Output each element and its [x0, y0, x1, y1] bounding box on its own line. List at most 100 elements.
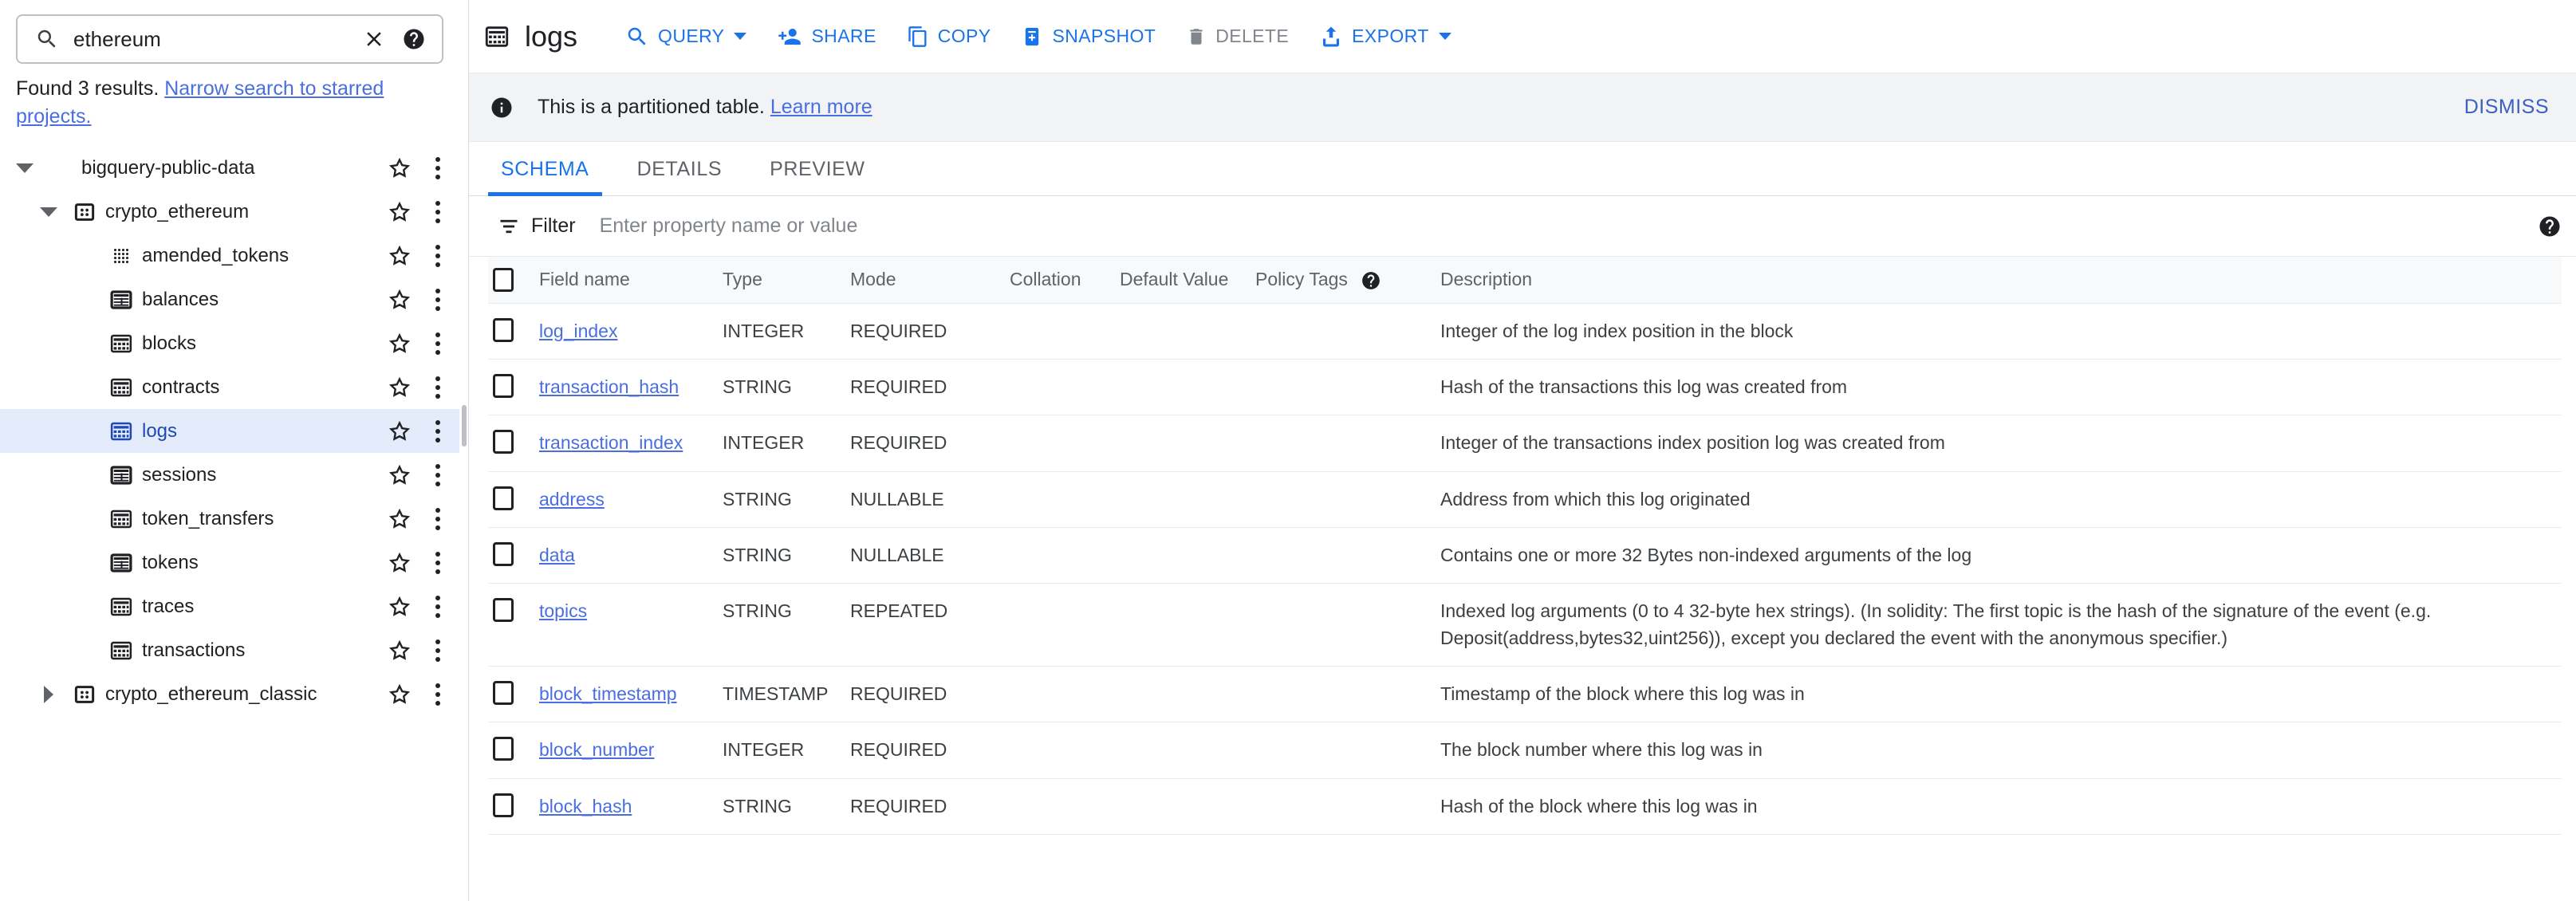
more-options-icon[interactable]	[427, 154, 448, 183]
chevron-down-icon[interactable]	[734, 33, 747, 40]
schema-row[interactable]: transaction_hash STRING REQUIRED Hash of th…	[488, 359, 2562, 416]
star-icon[interactable]	[388, 288, 412, 312]
star-icon[interactable]	[388, 332, 412, 356]
row-checkbox[interactable]	[493, 737, 514, 761]
more-options-icon[interactable]	[427, 242, 448, 270]
star-icon[interactable]	[388, 507, 412, 531]
copy-button[interactable]: COPY	[894, 14, 1004, 59]
row-checkbox[interactable]	[493, 541, 514, 566]
more-options-icon[interactable]	[427, 373, 448, 402]
panel-splitter[interactable]	[459, 0, 469, 901]
schema-row[interactable]: block_timestamp TIMESTAMP REQUIRED Timestam…	[488, 666, 2562, 723]
star-icon[interactable]	[388, 376, 412, 399]
search-input[interactable]	[59, 26, 357, 52]
tree-item-transactions[interactable]: transactions	[0, 628, 459, 672]
share-button[interactable]: SHARE	[764, 14, 888, 59]
schema-row[interactable]: block_number INTEGER REQUIRED The block num…	[488, 722, 2562, 779]
field-name-link[interactable]: data	[539, 545, 575, 565]
tab-details[interactable]: DETAILS	[624, 158, 735, 195]
row-checkbox[interactable]	[493, 317, 514, 342]
more-options-icon[interactable]	[427, 592, 448, 621]
schema-row[interactable]: transaction_index INTEGER REQUIRED Integer …	[488, 415, 2562, 472]
chevron-down-icon[interactable]	[30, 207, 67, 217]
field-name-link[interactable]: topics	[539, 600, 587, 621]
filter-icon[interactable]	[498, 215, 520, 238]
tree-item-tokens[interactable]: tokens	[0, 541, 459, 584]
search-box[interactable]	[16, 14, 443, 64]
learn-more-link[interactable]: Learn more	[770, 96, 872, 118]
description-cell: Timestamp of the block where this log wa…	[1436, 666, 2562, 723]
tree-item-token-transfers[interactable]: token_transfers	[0, 497, 459, 541]
policy-tags-cell	[1251, 722, 1436, 779]
default-value-cell	[1115, 527, 1251, 584]
tree-item-crypto-ethereum[interactable]: crypto_ethereum	[0, 190, 459, 234]
tree-item-blocks[interactable]: blocks	[0, 321, 459, 365]
help-icon[interactable]	[391, 27, 427, 51]
collation-cell	[1005, 359, 1115, 416]
tab-preview[interactable]: PREVIEW	[757, 158, 878, 195]
schema-row[interactable]: address STRING NULLABLE Address from which …	[488, 471, 2562, 528]
close-icon[interactable]	[357, 27, 391, 51]
dismiss-button[interactable]: DISMISS	[2458, 86, 2555, 128]
export-button[interactable]: EXPORT	[1306, 14, 1464, 59]
schema-row[interactable]: topics STRING REPEATED Indexed log argument…	[488, 583, 2562, 667]
row-checkbox[interactable]	[493, 486, 514, 510]
type-cell: STRING	[718, 471, 845, 528]
tree-item-logs[interactable]: logs	[0, 409, 459, 453]
tab-schema[interactable]: SCHEMA	[488, 158, 602, 196]
row-checkbox[interactable]	[493, 430, 514, 454]
row-checkbox[interactable]	[493, 598, 514, 623]
row-checkbox[interactable]	[493, 680, 514, 705]
field-name-link[interactable]: address	[539, 489, 605, 510]
tree-item-contracts[interactable]: contracts	[0, 365, 459, 409]
field-name-link[interactable]: transaction_index	[539, 432, 683, 453]
schema-row[interactable]: log_index INTEGER REQUIRED Integer of the l…	[488, 303, 2562, 360]
select-all-checkbox[interactable]	[493, 267, 514, 292]
star-icon[interactable]	[388, 551, 412, 575]
star-icon[interactable]	[388, 244, 412, 268]
field-name-link[interactable]: block_number	[539, 739, 654, 760]
field-name-link[interactable]: log_index	[539, 321, 617, 341]
star-icon[interactable]	[388, 595, 412, 619]
chevron-right-icon[interactable]	[30, 685, 67, 703]
query-button[interactable]: QUERY	[612, 14, 759, 59]
row-checkbox[interactable]	[493, 373, 514, 398]
star-icon[interactable]	[388, 200, 412, 224]
more-options-icon[interactable]	[427, 417, 448, 446]
filter-input[interactable]	[597, 214, 2523, 238]
more-options-icon[interactable]	[427, 636, 448, 665]
star-icon[interactable]	[388, 156, 412, 180]
field-name-link[interactable]: transaction_hash	[539, 376, 679, 397]
tree-item-balances[interactable]: balances	[0, 277, 459, 321]
schema-row[interactable]: data STRING NULLABLE Contains one or more 3…	[488, 527, 2562, 584]
field-name-link[interactable]: block_timestamp	[539, 683, 677, 704]
field-name-link[interactable]: block_hash	[539, 796, 632, 816]
help-icon[interactable]	[1361, 270, 1381, 291]
info-icon	[490, 96, 514, 120]
more-options-icon[interactable]	[427, 680, 448, 709]
search-results-summary: Found 3 results. Narrow search to starre…	[0, 64, 459, 130]
star-icon[interactable]	[388, 683, 412, 706]
more-options-icon[interactable]	[427, 549, 448, 577]
delete-button[interactable]: DELETE	[1173, 14, 1302, 59]
row-checkbox[interactable]	[493, 793, 514, 817]
more-options-icon[interactable]	[427, 329, 448, 358]
more-options-icon[interactable]	[427, 285, 448, 314]
splitter-grip[interactable]	[462, 405, 467, 447]
tree-item-amended-tokens[interactable]: amended_tokens	[0, 234, 459, 277]
more-options-icon[interactable]	[427, 505, 448, 533]
schema-row[interactable]: block_hash STRING REQUIRED Hash of the bloc…	[488, 778, 2562, 835]
tree-item-sessions[interactable]: sessions	[0, 453, 459, 497]
star-icon[interactable]	[388, 463, 412, 487]
star-icon[interactable]	[388, 639, 412, 663]
snapshot-button[interactable]: SNAPSHOT	[1008, 14, 1168, 59]
help-icon[interactable]	[2523, 214, 2562, 238]
chevron-down-icon[interactable]	[1438, 33, 1451, 40]
tree-item-traces[interactable]: traces	[0, 584, 459, 628]
more-options-icon[interactable]	[427, 198, 448, 226]
tree-item-bigquery-public-data[interactable]: bigquery-public-data	[0, 146, 459, 190]
chevron-down-icon[interactable]	[6, 163, 43, 173]
tree-item-crypto-ethereum-classic[interactable]: crypto_ethereum_classic	[0, 672, 459, 716]
more-options-icon[interactable]	[427, 461, 448, 490]
star-icon[interactable]	[388, 419, 412, 443]
